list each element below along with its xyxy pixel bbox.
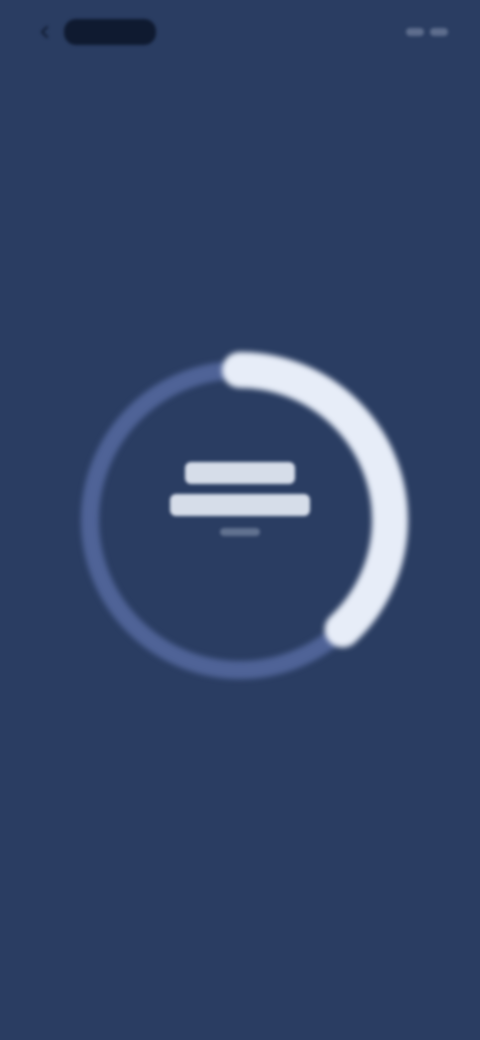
- chevron-left-glyph: [41, 26, 48, 38]
- progress-line-1: [185, 462, 295, 484]
- progress-line-2: [170, 494, 310, 516]
- status-right: [400, 28, 448, 36]
- status-left: [36, 19, 156, 45]
- status-pill: [64, 19, 156, 45]
- status-dot: [406, 28, 424, 36]
- progress-line-2-text: [170, 494, 171, 495]
- progress-line-1-text: [185, 462, 186, 463]
- chevron-left-icon[interactable]: [36, 23, 54, 41]
- status-dot: [430, 28, 448, 36]
- status-bar: [0, 0, 480, 64]
- progress-center-text: [60, 462, 420, 536]
- progress-line-3: [220, 528, 260, 536]
- progress-line-3-text: [220, 528, 221, 529]
- progress-ring: [60, 340, 420, 700]
